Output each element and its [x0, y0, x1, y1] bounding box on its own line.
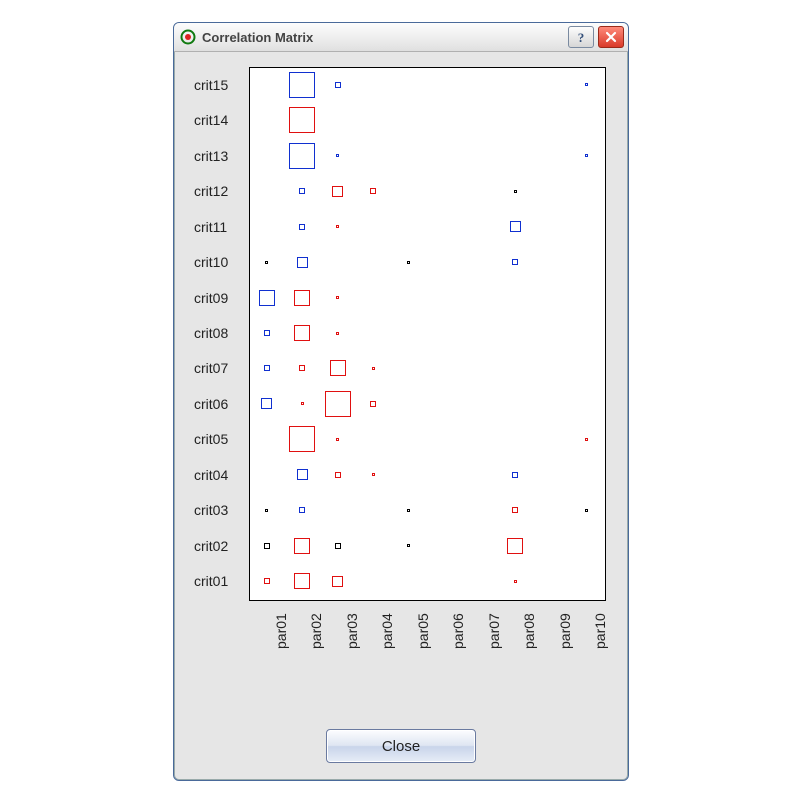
matrix-cell — [512, 507, 518, 513]
client-area: crit15 crit14 crit13 crit12 crit11 crit10 crit… — [174, 52, 628, 781]
matrix-cell — [372, 367, 375, 370]
x-axis-label: par01 — [273, 613, 289, 649]
close-icon — [605, 31, 617, 43]
matrix-cell — [299, 224, 305, 230]
matrix-cell — [294, 538, 310, 554]
matrix-cell — [336, 154, 339, 157]
matrix-cell — [294, 290, 310, 306]
matrix-cell — [336, 296, 339, 299]
matrix-cell — [332, 186, 343, 197]
matrix-cell — [336, 225, 339, 228]
matrix-cell — [335, 472, 341, 478]
matrix-cell — [264, 543, 270, 549]
x-axis-label: par07 — [486, 613, 502, 649]
x-axis-label: par05 — [415, 613, 431, 649]
matrix-cell — [299, 188, 305, 194]
matrix-cell — [514, 580, 517, 583]
matrix-cell — [512, 472, 518, 478]
y-axis-label: crit03 — [194, 503, 244, 517]
matrix-cell — [265, 509, 268, 512]
matrix-cell — [585, 83, 588, 86]
matrix-cell — [332, 576, 343, 587]
matrix-cell — [261, 398, 272, 409]
matrix-cell — [330, 360, 346, 376]
y-axis-label: crit05 — [194, 432, 244, 446]
matrix-cell — [336, 332, 339, 335]
matrix-cell — [301, 402, 304, 405]
matrix-cell — [289, 426, 315, 452]
x-axis-label: par06 — [450, 613, 466, 649]
matrix-cell — [335, 82, 341, 88]
matrix-cell — [370, 188, 376, 194]
matrix-cell — [585, 438, 588, 441]
matrix-cell — [325, 391, 351, 417]
matrix-cell — [336, 438, 339, 441]
y-axis-label: crit01 — [194, 574, 244, 588]
matrix-cell — [297, 257, 308, 268]
matrix-cell — [407, 509, 410, 512]
matrix-cell — [507, 538, 523, 554]
correlation-matrix-window: Correlation Matrix ? crit15crit14crit13c… — [173, 22, 629, 781]
help-button[interactable]: ? — [568, 26, 594, 48]
matrix-cell — [264, 578, 270, 584]
y-axis-label: crit11 — [194, 220, 244, 234]
x-axis-label: par10 — [592, 613, 608, 649]
matrix-cell — [289, 143, 315, 169]
titlebar[interactable]: Correlation Matrix ? — [174, 23, 628, 52]
matrix-cell — [370, 401, 376, 407]
matrix-cell — [585, 154, 588, 157]
correlation-plot: crit15 crit14 crit13 crit12 crit11 crit10 crit… — [194, 62, 614, 652]
matrix-cell — [407, 261, 410, 264]
y-axis-label: crit06 — [194, 397, 244, 411]
y-axis-label: crit12 — [194, 184, 244, 198]
x-axis-label: par02 — [308, 613, 324, 649]
y-axis-label: crit04 — [194, 468, 244, 482]
y-axis-label: crit09 — [194, 291, 244, 305]
y-axis-label: crit14 — [194, 113, 244, 127]
matrix-cell — [299, 507, 305, 513]
dialog-footer: Close — [174, 729, 628, 763]
app-icon — [180, 29, 196, 45]
matrix-cell — [372, 473, 375, 476]
x-axis-label: par03 — [344, 613, 360, 649]
matrix-cell — [259, 290, 275, 306]
window-title: Correlation Matrix — [202, 30, 313, 45]
x-axis-label: par08 — [521, 613, 537, 649]
matrix-cell — [335, 543, 341, 549]
matrix-cell — [294, 325, 310, 341]
matrix-cell — [585, 509, 588, 512]
svg-text:?: ? — [578, 30, 585, 44]
y-axis-label: crit07 — [194, 361, 244, 375]
matrix-cell — [297, 469, 308, 480]
matrix-cell — [512, 259, 518, 265]
y-axis-label: crit15 — [194, 78, 244, 92]
y-axis-label: crit02 — [194, 539, 244, 553]
matrix-cell — [294, 573, 310, 589]
matrix-cell — [514, 190, 517, 193]
matrix-cell — [264, 330, 270, 336]
matrix-cell — [289, 72, 315, 98]
help-icon: ? — [575, 30, 587, 44]
matrix-cell — [264, 365, 270, 371]
x-axis-label: par04 — [379, 613, 395, 649]
y-axis-label: crit13 — [194, 149, 244, 163]
close-button[interactable]: Close — [326, 729, 476, 763]
matrix-cell — [265, 261, 268, 264]
matrix-cell — [407, 544, 410, 547]
matrix-cell — [289, 107, 315, 133]
x-axis-label: par09 — [557, 613, 573, 649]
y-axis-label: crit08 — [194, 326, 244, 340]
matrix-cell — [299, 365, 305, 371]
matrix-cell — [510, 221, 521, 232]
window-close-button[interactable] — [598, 26, 624, 48]
y-axis-label: crit10 — [194, 255, 244, 269]
